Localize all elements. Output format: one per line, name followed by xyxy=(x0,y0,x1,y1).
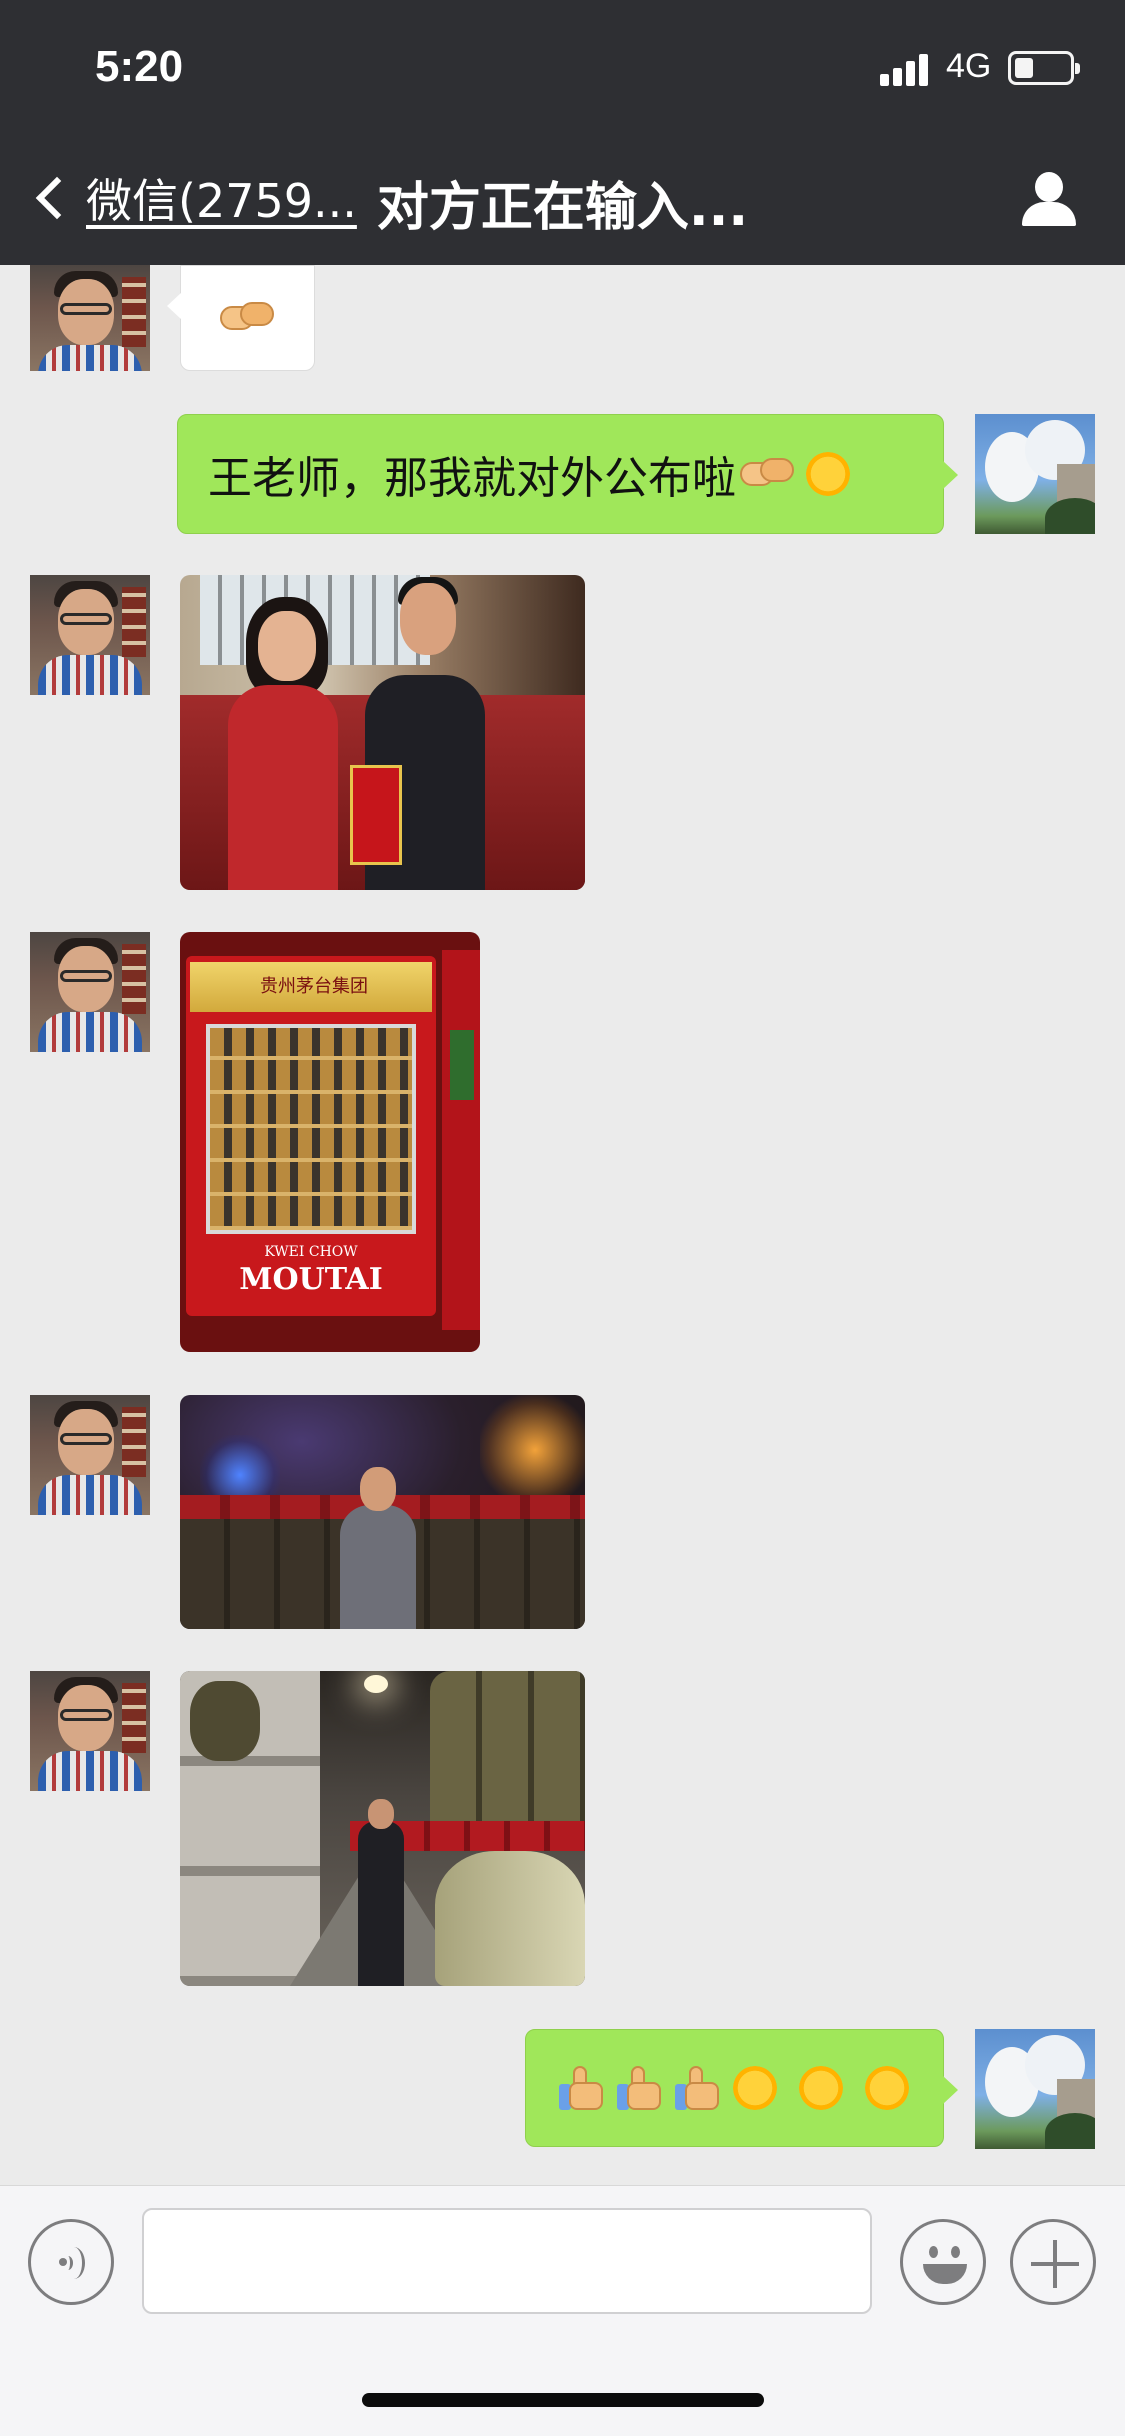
sun-emoji xyxy=(799,2066,843,2110)
friend-avatar[interactable] xyxy=(30,575,150,695)
machine-sub-brand: KWEI CHOW xyxy=(264,1244,358,1260)
image-message[interactable] xyxy=(180,1671,585,1986)
input-bar xyxy=(0,2185,1125,2436)
message-row xyxy=(0,2029,1125,2149)
voice-icon[interactable] xyxy=(28,2219,114,2305)
thumbs-up-emoji xyxy=(675,2064,723,2112)
image-message[interactable] xyxy=(180,1395,585,1629)
message-text: 王老师，那我就对外公布啦 xyxy=(208,453,736,504)
smiley-icon[interactable] xyxy=(900,2219,986,2305)
message-row xyxy=(0,575,1125,893)
handshake-emoji xyxy=(740,454,796,494)
top-bar: 5:20 4G 微信(2759... 对方正在输入... xyxy=(0,0,1125,265)
handshake-emoji xyxy=(219,298,276,338)
machine-brand: MOUTAI xyxy=(239,1262,383,1297)
person-icon[interactable] xyxy=(1020,172,1078,230)
message-bubble[interactable] xyxy=(525,2029,958,2147)
signal-icon xyxy=(880,52,932,86)
message-input[interactable] xyxy=(142,2208,872,2314)
ceiling-light xyxy=(364,1675,388,1693)
friend-avatar[interactable] xyxy=(30,1671,150,1791)
home-indicator[interactable] xyxy=(362,2393,764,2407)
status-time: 5:20 xyxy=(95,42,184,91)
battery-icon xyxy=(1008,51,1080,85)
message-row xyxy=(0,1395,1125,1629)
message-bubble[interactable] xyxy=(167,265,315,371)
network-type: 4G xyxy=(946,47,992,85)
sun-emoji xyxy=(865,2066,909,2110)
plus-icon[interactable] xyxy=(1010,2219,1096,2305)
machine-header-text: 贵州茅台集团 xyxy=(260,976,368,997)
thumbs-up-emoji xyxy=(559,2064,607,2112)
friend-avatar[interactable] xyxy=(30,932,150,1052)
friend-avatar[interactable] xyxy=(30,1395,150,1515)
message-row: 贵州茅台集团 KWEI CHOW MOUTAI xyxy=(0,932,1125,1352)
message-row xyxy=(0,1671,1125,1986)
sun-emoji xyxy=(806,452,850,496)
friend-avatar[interactable] xyxy=(30,265,150,371)
thumbs-up-emoji xyxy=(617,2064,665,2112)
my-avatar[interactable] xyxy=(975,2029,1095,2149)
message-row: 王老师，那我就对外公布啦 xyxy=(0,414,1125,536)
image-message[interactable] xyxy=(180,575,585,890)
message-row xyxy=(0,265,1125,375)
my-avatar[interactable] xyxy=(975,414,1095,534)
image-message[interactable]: 贵州茅台集团 KWEI CHOW MOUTAI xyxy=(180,932,480,1352)
gift-box xyxy=(350,765,402,865)
chat-title: 对方正在输入... xyxy=(376,178,749,238)
message-bubble[interactable]: 王老师，那我就对外公布啦 xyxy=(177,414,958,534)
sun-emoji xyxy=(733,2066,777,2110)
